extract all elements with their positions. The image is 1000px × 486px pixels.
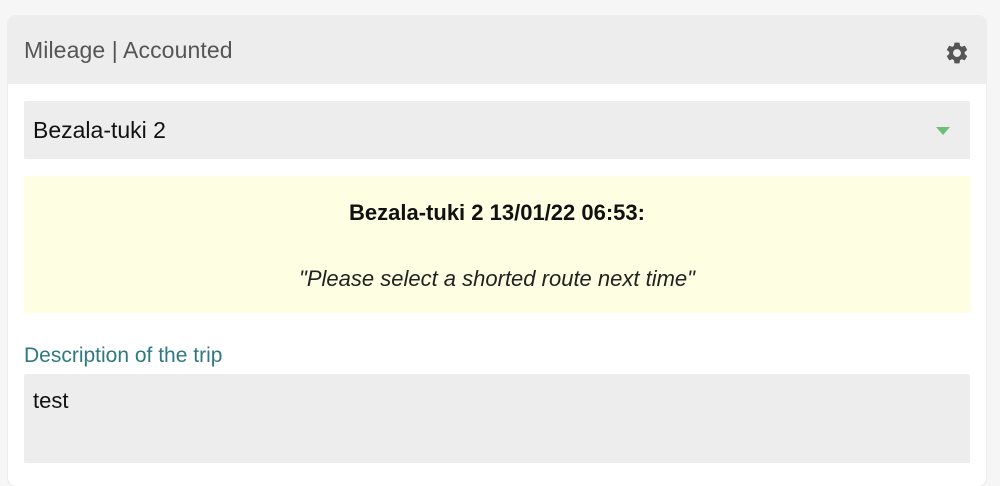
description-field[interactable]: test [24,374,970,463]
panel-title: Mileage | Accounted [24,36,233,63]
notice-title: Bezala-tuki 2 13/01/22 06:53: [349,200,645,225]
panel-header: Mileage | Accounted [8,16,986,84]
chevron-down-icon [936,127,950,135]
comment-notice: Bezala-tuki 2 13/01/22 06:53: "Please se… [24,176,970,313]
gear-icon[interactable] [944,40,970,66]
notice-message: "Please select a shorted route next time… [299,266,695,291]
vehicle-select[interactable]: Bezala-tuki 2 [24,101,970,159]
description-label: Description of the trip [24,344,223,367]
mileage-panel: Mileage | Accounted Bezala-tuki 2 Bezala… [8,16,986,486]
vehicle-select-value: Bezala-tuki 2 [33,116,166,143]
